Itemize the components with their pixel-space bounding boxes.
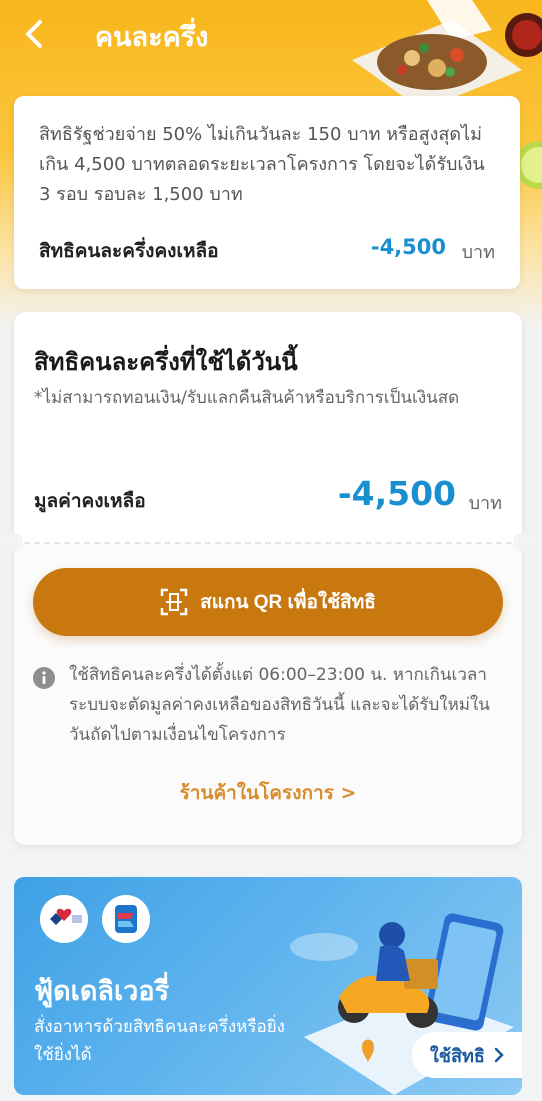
remaining-entitlement-label: สิทธิคนละครึ่งคงเหลือ: [39, 240, 219, 262]
banner-title: ฟู้ดเดลิเวอรี่: [34, 976, 170, 1007]
ticket-notch-right: [513, 533, 531, 551]
app-header: คนละครึ่ง: [0, 0, 542, 189]
currency-unit: บาท: [468, 493, 502, 514]
no-cash-note: *ไม่สามารถทอนเงิน/รับแลกคืนสินค้าหรือบริ…: [34, 388, 460, 408]
scan-button-label: สแกน QR เพื่อใช้สิทธิ: [200, 592, 376, 613]
page-title: คนละครึ่ง: [95, 22, 209, 53]
banner-subtitle: สั่งอาหารด้วยสิทธิคนละครึ่งหรือยิ่งใช้ยิ…: [34, 1017, 285, 1065]
balance-value: -4,500: [337, 474, 456, 513]
food-delivery-banner[interactable]: ฟู้ดเดลิเวอรี่ สั่งอาหารด้วยสิทธิคนละครึ…: [14, 877, 522, 1095]
usage-time-note: ใช้สิทธิคนละครึ่งได้ตั้งแต่ 06:00–23:00 …: [69, 665, 490, 745]
krungthai-app-logo-icon: [102, 895, 150, 943]
today-entitlement-card: สิทธิคนละครึ่งที่ใช้ได้วันนี้ *ไม่สามารถ…: [5, 312, 531, 845]
use-button-label: ใช้สิทธิ: [430, 1045, 485, 1067]
use-entitlement-button[interactable]: ใช้สิทธิ: [412, 1032, 522, 1078]
participating-stores-link[interactable]: ร้านค้าในโครงการ >: [14, 778, 522, 808]
entitlement-description: สิทธิรัฐช่วยจ่าย 50% ไม่เกินวันละ 150 บา…: [39, 124, 485, 205]
today-card-title: สิทธิคนละครึ่งที่ใช้ได้วันนี้: [34, 348, 298, 376]
chevron-right-icon: [494, 1047, 504, 1063]
summary-card: สิทธิรัฐช่วยจ่าย 50% ไม่เกินวันละ 150 บา…: [14, 96, 520, 289]
balance-label: มูลค่าคงเหลือ: [34, 490, 146, 512]
qr-scan-icon: [160, 588, 188, 616]
scan-button-content: สแกน QR เพื่อใช้สิทธิ: [33, 568, 503, 636]
dashed-divider: [14, 542, 522, 544]
currency-unit: บาท: [461, 242, 495, 263]
scan-qr-button[interactable]: สแกน QR เพื่อใช้สิทธิ: [33, 568, 503, 636]
back-arrow-icon[interactable]: [18, 14, 52, 54]
project-logo-icon: [40, 895, 88, 943]
ticket-notch-left: [5, 533, 23, 551]
remaining-entitlement-value: -4,500: [370, 235, 446, 259]
food-box-illustration: [352, 0, 542, 110]
info-icon: [33, 667, 55, 689]
